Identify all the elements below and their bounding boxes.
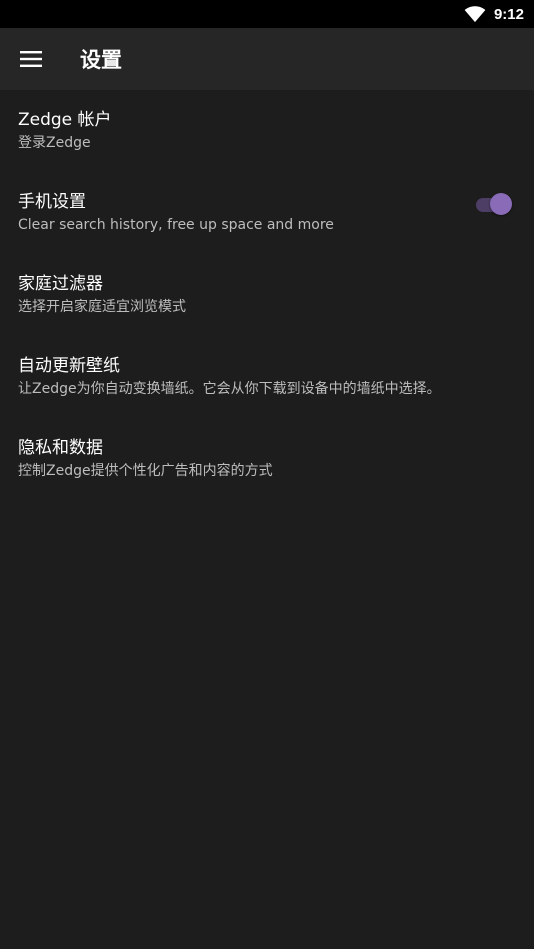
settings-list: Zedge 帐户 登录Zedge 手机设置 Clear search histo… [0,90,534,500]
toggle-thumb [490,193,512,215]
wifi-icon [464,6,486,23]
status-bar: 9:12 [0,0,534,28]
status-time: 9:12 [493,5,524,23]
setting-phone-settings[interactable]: 手机设置 Clear search history, free up space… [0,172,534,254]
setting-subtitle: 控制Zedge提供个性化广告和内容的方式 [18,463,273,479]
setting-subtitle: Clear search history, free up space and … [18,217,334,233]
setting-auto-update-wallpaper[interactable]: 自动更新壁纸 让Zedge为你自动变换墙纸。它会从你下载到设备中的墙纸中选择。 [0,336,534,418]
setting-privacy-data[interactable]: 隐私和数据 控制Zedge提供个性化广告和内容的方式 [0,418,534,500]
setting-subtitle: 登录Zedge [18,135,91,151]
setting-title: 自动更新壁纸 [18,356,120,376]
setting-title: 隐私和数据 [18,438,103,458]
setting-subtitle: 选择开启家庭适宜浏览模式 [18,299,186,315]
setting-title: Zedge 帐户 [18,110,112,130]
setting-zedge-account[interactable]: Zedge 帐户 登录Zedge [0,90,534,172]
family-filter-toggle[interactable] [476,192,512,216]
setting-family-filter[interactable]: 家庭过滤器 选择开启家庭适宜浏览模式 [0,254,534,336]
setting-subtitle: 让Zedge为你自动变换墙纸。它会从你下载到设备中的墙纸中选择。 [18,381,441,397]
menu-button[interactable] [0,28,62,90]
hamburger-menu-icon [20,51,42,67]
page-title: 设置 [80,48,122,72]
app-bar: 设置 [0,28,534,90]
setting-title: 手机设置 [18,192,86,212]
setting-title: 家庭过滤器 [18,274,103,294]
